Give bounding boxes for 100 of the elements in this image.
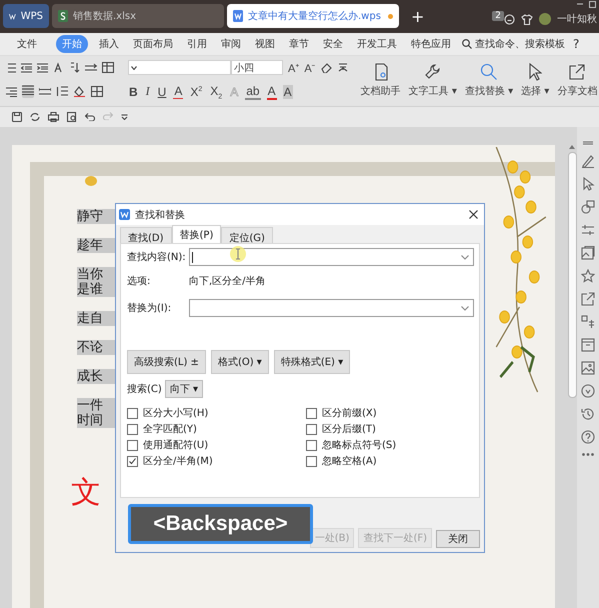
checkbox[interactable] bbox=[306, 408, 317, 418]
avatar-icon[interactable] bbox=[539, 13, 551, 26]
menu-tab[interactable]: 页面布局 bbox=[130, 34, 176, 53]
checkbox[interactable] bbox=[127, 424, 138, 434]
justify-icon[interactable] bbox=[22, 85, 34, 96]
maximize-icon[interactable] bbox=[589, 1, 596, 8]
grip-icon[interactable] bbox=[583, 140, 593, 145]
checkbox-label[interactable]: 忽略空格(A) bbox=[322, 454, 377, 468]
phonetic-icon[interactable] bbox=[336, 62, 349, 74]
format-button[interactable]: A bbox=[173, 84, 184, 100]
archive-icon[interactable] bbox=[581, 338, 595, 352]
format-button[interactable]: U bbox=[156, 84, 168, 99]
app-tab[interactable]: WPS bbox=[3, 4, 49, 28]
format-button[interactable]: A bbox=[282, 84, 293, 99]
ribbon-button[interactable]: 分享文档 bbox=[557, 84, 598, 98]
dialog-tab[interactable]: 替换(P) bbox=[172, 225, 222, 243]
line-spacing-icon[interactable] bbox=[56, 86, 68, 98]
image-icon[interactable] bbox=[581, 360, 595, 375]
font-size-field[interactable]: 小四 bbox=[231, 60, 283, 76]
new-tab-button[interactable]: + bbox=[411, 6, 424, 26]
shapes-icon[interactable] bbox=[581, 200, 595, 214]
image-frame-icon[interactable] bbox=[581, 246, 595, 260]
sort-icon[interactable] bbox=[70, 62, 80, 74]
checkbox-label[interactable]: 区分全/半角(M) bbox=[143, 454, 213, 468]
shading-icon[interactable] bbox=[73, 86, 86, 98]
sliders-icon[interactable] bbox=[581, 222, 595, 237]
format-button[interactable]: B bbox=[128, 84, 139, 99]
checkbox[interactable] bbox=[306, 456, 317, 466]
format-button[interactable]: X$^{2}$ bbox=[189, 84, 204, 99]
checkbox[interactable] bbox=[306, 424, 317, 434]
font-size-button[interactable]: A⁻ bbox=[304, 60, 316, 76]
ribbon-button[interactable]: 文档助手 bbox=[360, 84, 401, 98]
menu-tab[interactable]: 章节 bbox=[286, 34, 312, 53]
pen-icon[interactable] bbox=[581, 154, 595, 168]
command-search[interactable]: 查找命令、搜索模板 bbox=[475, 36, 565, 51]
search-icon[interactable] bbox=[462, 38, 472, 49]
share-icon[interactable] bbox=[581, 292, 595, 306]
menu-tab[interactable]: 特色应用 bbox=[408, 34, 454, 53]
menu-tab[interactable]: 审阅 bbox=[218, 34, 244, 53]
minimize-icon[interactable] bbox=[576, 1, 584, 7]
close-icon[interactable] bbox=[469, 210, 478, 219]
checkbox-label[interactable]: 忽略标点符号(S) bbox=[322, 438, 396, 452]
user-name[interactable]: 一叶知秋 bbox=[557, 12, 597, 26]
dialog-button[interactable]: 关闭 bbox=[436, 530, 480, 548]
dialog-button[interactable]: 格式(O) ▾ bbox=[210, 350, 269, 374]
scrollbar-thumb[interactable] bbox=[568, 152, 576, 398]
menu-tab[interactable]: 安全 bbox=[320, 34, 346, 53]
dialog-tab[interactable]: 查找(D) bbox=[120, 227, 172, 243]
format-button[interactable]: ab bbox=[245, 84, 261, 100]
caret-icon[interactable] bbox=[121, 114, 128, 120]
table-icon[interactable] bbox=[102, 62, 114, 74]
ribbon-button[interactable]: 文字工具 ▾ bbox=[408, 84, 457, 98]
scroll-up-icon[interactable] bbox=[569, 144, 575, 149]
menu-tab[interactable]: 引用 bbox=[184, 34, 210, 53]
menu-tab[interactable]: 视图 bbox=[252, 34, 278, 53]
direction-dropdown[interactable]: 向下 ▾ bbox=[164, 380, 203, 398]
align-right-icon[interactable] bbox=[6, 86, 17, 97]
file-menu[interactable]: 文件 bbox=[14, 34, 40, 53]
document-icon[interactable] bbox=[374, 63, 388, 82]
indent-increase-icon[interactable] bbox=[37, 62, 48, 73]
wrench-icon[interactable] bbox=[424, 63, 442, 82]
menu-tab[interactable]: 开发工具 bbox=[354, 34, 400, 53]
cursor-icon[interactable] bbox=[528, 63, 542, 82]
checkbox-label[interactable]: 使用通配符(U) bbox=[143, 438, 208, 452]
more-icon[interactable] bbox=[582, 452, 594, 456]
checkbox[interactable] bbox=[127, 440, 138, 450]
undo-icon[interactable] bbox=[85, 112, 95, 122]
star-icon[interactable] bbox=[581, 268, 595, 283]
checkbox[interactable] bbox=[127, 456, 138, 466]
checkbox-label[interactable]: 区分前缀(X) bbox=[322, 406, 377, 420]
list-icon[interactable] bbox=[6, 62, 16, 73]
sync-icon[interactable] bbox=[30, 112, 40, 122]
distribute-icon[interactable] bbox=[39, 86, 51, 97]
cursor-icon[interactable] bbox=[581, 176, 595, 191]
eraser-icon[interactable] bbox=[320, 62, 332, 73]
help-icon[interactable] bbox=[581, 430, 595, 444]
checkbox-label[interactable]: 区分后缀(T) bbox=[322, 422, 376, 436]
font-name-field[interactable] bbox=[128, 60, 231, 76]
checkbox-label[interactable]: 区分大小写(H) bbox=[143, 406, 208, 420]
replace-field[interactable] bbox=[189, 299, 474, 317]
font-size-button[interactable]: A⁺ bbox=[288, 60, 300, 76]
dialog-button[interactable]: 高级搜索(L) ± bbox=[127, 350, 206, 374]
document-tab[interactable]: 文章中有大量空行怎么办.wps bbox=[227, 4, 399, 28]
border-icon[interactable] bbox=[91, 86, 103, 98]
ribbon-button[interactable]: 查找替换 ▾ bbox=[464, 84, 514, 98]
menu-tab[interactable]: 插入 bbox=[96, 34, 122, 53]
print-preview-icon[interactable] bbox=[67, 112, 77, 122]
save-icon[interactable] bbox=[12, 112, 22, 122]
format-button[interactable]: I bbox=[144, 84, 151, 100]
format-button[interactable]: A bbox=[266, 84, 277, 100]
window-count-badge[interactable]: 2 bbox=[492, 11, 504, 22]
print-icon[interactable] bbox=[48, 112, 59, 122]
indent-decrease-icon[interactable] bbox=[21, 62, 32, 73]
document-tab[interactable]: 销售数据.xlsx bbox=[52, 4, 224, 28]
shirt-icon[interactable] bbox=[521, 14, 533, 25]
find-field[interactable] bbox=[189, 248, 474, 266]
history-icon[interactable] bbox=[581, 406, 595, 421]
checkbox[interactable] bbox=[127, 408, 138, 418]
checkbox[interactable] bbox=[306, 440, 317, 450]
translate-icon[interactable] bbox=[581, 314, 595, 329]
